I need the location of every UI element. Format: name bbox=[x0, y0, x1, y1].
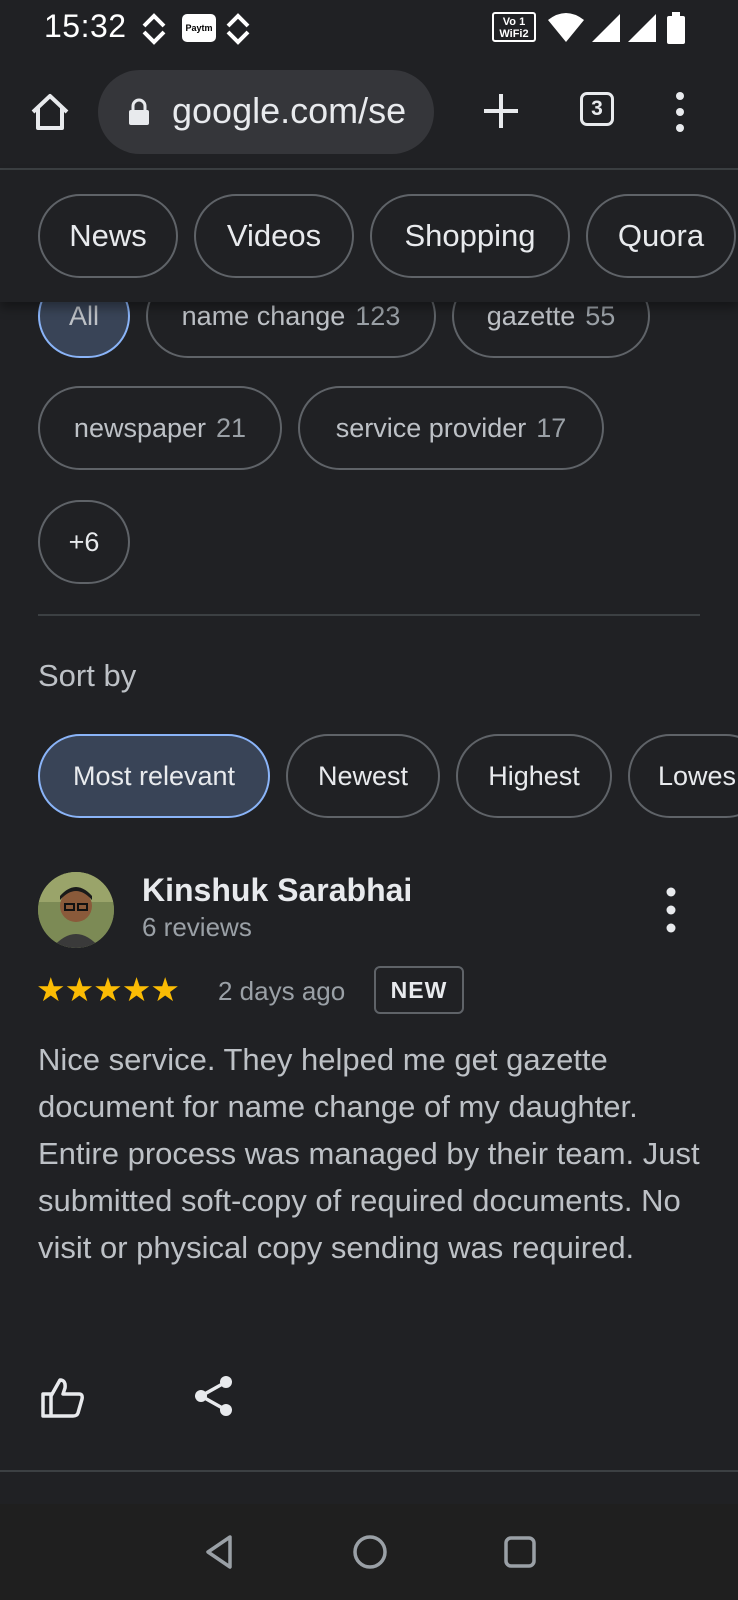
section-divider bbox=[38, 614, 700, 616]
topic-count: 17 bbox=[536, 413, 567, 443]
review-divider bbox=[0, 1470, 738, 1472]
signal-icon bbox=[628, 14, 656, 42]
topic-label: +6 bbox=[68, 527, 100, 557]
topic-count: 21 bbox=[216, 413, 247, 443]
chip-label: Quora bbox=[617, 218, 705, 253]
tab-count: 3 bbox=[591, 97, 603, 120]
reviewer-name[interactable]: Kinshuk Sarabhai bbox=[142, 872, 412, 909]
topic-chip-newspaper[interactable]: newspaper 21 bbox=[38, 386, 282, 470]
topic-label: gazette bbox=[486, 301, 576, 331]
new-badge-label: NEW bbox=[390, 977, 448, 1003]
tab-switcher-button[interactable]: 3 bbox=[580, 92, 614, 126]
topic-label: service provider bbox=[335, 413, 527, 443]
new-badge: NEW bbox=[374, 966, 464, 1014]
volte-wifi-icon: Vo 1 WiFi2 bbox=[492, 12, 536, 42]
chip-news[interactable]: News bbox=[38, 194, 178, 278]
paytm-icon: Paytm bbox=[182, 14, 216, 42]
sort-label: Most relevant bbox=[72, 761, 236, 791]
more-options-icon[interactable] bbox=[660, 886, 682, 934]
wifi-icon bbox=[548, 13, 584, 42]
reviewer-review-count: 6 reviews bbox=[142, 912, 252, 942]
status-bar: 15:32 Paytm Vo 1 WiFi2 bbox=[0, 0, 738, 56]
sort-label: Newest bbox=[317, 761, 409, 791]
search-category-bar: News Videos Shopping Quora bbox=[0, 170, 738, 302]
new-tab-icon[interactable] bbox=[480, 90, 522, 132]
back-icon[interactable] bbox=[200, 1532, 240, 1572]
system-navigation-bar bbox=[0, 1504, 738, 1600]
sort-by-label: Sort by bbox=[38, 658, 137, 693]
topic-chip-more[interactable]: +6 bbox=[38, 500, 130, 584]
topic-count: 123 bbox=[355, 301, 401, 331]
address-bar[interactable]: google.com/se bbox=[98, 70, 434, 154]
signal-icon bbox=[592, 14, 620, 42]
home-nav-icon[interactable] bbox=[350, 1532, 390, 1572]
chip-label: News bbox=[69, 218, 147, 253]
sort-newest[interactable]: Newest bbox=[286, 734, 440, 818]
topic-label: name change bbox=[181, 301, 346, 331]
home-icon[interactable] bbox=[28, 90, 72, 134]
paytm-label: Paytm bbox=[185, 23, 213, 33]
volte-label: Vo 1 WiFi2 bbox=[499, 16, 529, 40]
sort-highest[interactable]: Highest bbox=[456, 734, 612, 818]
sort-label: Lowes bbox=[658, 761, 737, 791]
sync-icon bbox=[142, 13, 166, 45]
chip-label: Videos bbox=[226, 218, 322, 253]
sort-most-relevant[interactable]: Most relevant bbox=[38, 734, 270, 818]
chip-label: Shopping bbox=[404, 218, 536, 253]
sort-label: Highest bbox=[488, 761, 580, 791]
review-time: 2 days ago bbox=[218, 976, 346, 1006]
lock-icon bbox=[129, 98, 149, 125]
sync-icon bbox=[226, 13, 250, 45]
topic-count: 55 bbox=[585, 301, 616, 331]
topic-label: newspaper bbox=[73, 413, 207, 443]
topic-label: All bbox=[68, 301, 99, 331]
share-icon[interactable] bbox=[192, 1374, 236, 1418]
chip-quora[interactable]: Quora bbox=[586, 194, 736, 278]
avatar-photo bbox=[38, 872, 114, 948]
star-rating: ★★★★★ bbox=[36, 971, 180, 1008]
chip-videos[interactable]: Videos bbox=[194, 194, 354, 278]
recents-icon[interactable] bbox=[500, 1532, 540, 1572]
url-text: google.com/se bbox=[172, 90, 407, 131]
topic-chip-service-provider[interactable]: service provider 17 bbox=[298, 386, 604, 470]
battery-icon bbox=[667, 12, 685, 44]
chip-shopping[interactable]: Shopping bbox=[370, 194, 570, 278]
avatar[interactable] bbox=[38, 872, 114, 948]
thumbs-up-icon[interactable] bbox=[40, 1374, 86, 1420]
sort-lowest[interactable]: Lowes bbox=[628, 734, 738, 818]
review-text: Nice service. They helped me get gazette… bbox=[38, 1042, 700, 1265]
browser-toolbar: google.com/se 3 bbox=[0, 56, 738, 170]
status-time: 15:32 bbox=[44, 8, 127, 44]
overflow-menu-icon[interactable] bbox=[664, 90, 696, 134]
